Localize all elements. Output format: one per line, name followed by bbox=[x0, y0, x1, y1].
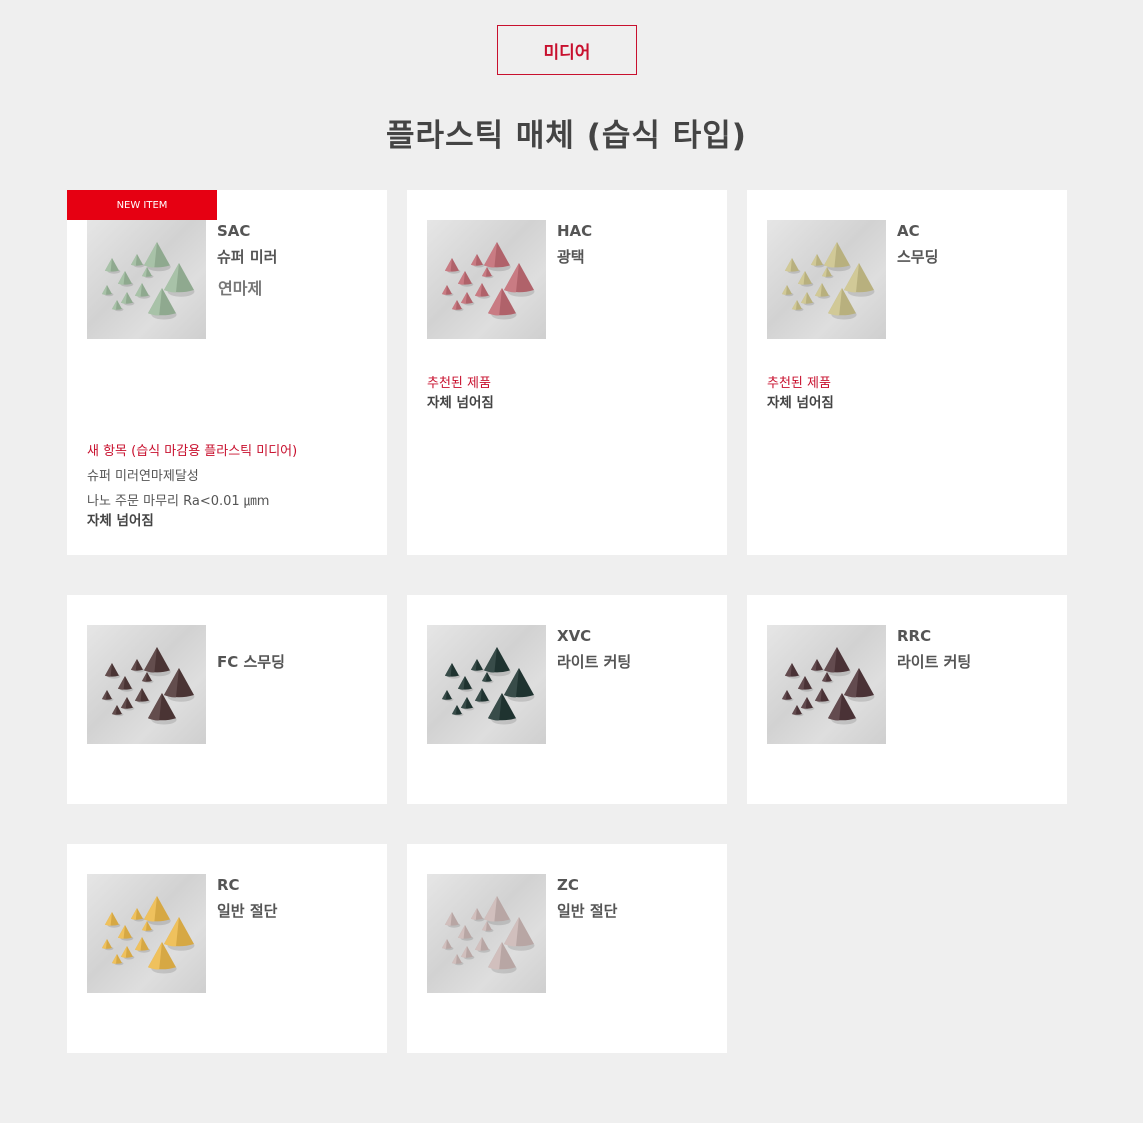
new-item-badge: NEW ITEM bbox=[67, 190, 217, 220]
product-code: SAC bbox=[217, 222, 251, 240]
note-recommended: 추천된 제품 bbox=[427, 376, 491, 391]
media-pieces-graphic bbox=[442, 242, 535, 320]
media-pieces-graphic bbox=[442, 896, 535, 974]
note-self-tumbling: 자체 넘어짐 bbox=[427, 395, 494, 411]
media-pieces-graphic bbox=[782, 242, 875, 320]
note-line-2: 나노 주문 마무리 Ra<0.01 ㎛m bbox=[87, 494, 270, 509]
product-code: AC bbox=[897, 222, 920, 240]
note-line-1: 슈퍼 미러연마제달성 bbox=[87, 469, 199, 484]
product-subtitle: 라이트 커팅 bbox=[557, 653, 632, 671]
product-card-fc[interactable]: FC 스무딩 bbox=[67, 595, 387, 804]
product-card-hac[interactable]: HAC 광택 추천된 제품 자체 넘어짐 bbox=[407, 190, 727, 555]
note-new-item: 새 항목 (습식 마감용 플라스틱 미디어) bbox=[87, 444, 298, 459]
product-subtitle-2: 연마제 bbox=[218, 279, 263, 298]
product-card-xvc[interactable]: XVC 라이트 커팅 bbox=[407, 595, 727, 804]
media-pieces-graphic bbox=[442, 647, 535, 725]
product-code: RRC bbox=[897, 627, 932, 645]
product-subtitle: 슈퍼 미러 bbox=[217, 248, 278, 266]
product-card-rc[interactable]: RC 일반 절단 bbox=[67, 844, 387, 1053]
product-subtitle: 일반 절단 bbox=[217, 902, 278, 920]
product-card-rrc[interactable]: RRC 라이트 커팅 bbox=[747, 595, 1067, 804]
product-card-sac[interactable]: NEW ITEM SAC 슈퍼 미러 연마제 새 항목 (습식 마감용 플라스틱… bbox=[67, 190, 387, 555]
product-subtitle: 스무딩 bbox=[897, 248, 939, 266]
product-subtitle: 광택 bbox=[557, 248, 585, 266]
media-pieces-graphic bbox=[782, 647, 875, 725]
product-image bbox=[87, 220, 206, 339]
product-image bbox=[427, 220, 546, 339]
product-subtitle: FC 스무딩 bbox=[217, 653, 285, 671]
note-self-tumbling: 자체 넘어짐 bbox=[767, 395, 834, 411]
product-image bbox=[427, 874, 546, 993]
note-recommended: 추천된 제품 bbox=[767, 376, 831, 391]
media-pieces-graphic bbox=[102, 242, 195, 320]
product-code: ZC bbox=[557, 876, 579, 894]
product-subtitle: 라이트 커팅 bbox=[897, 653, 972, 671]
media-pieces-graphic bbox=[102, 647, 195, 725]
media-pieces-graphic bbox=[102, 896, 195, 974]
product-card-zc[interactable]: ZC 일반 절단 bbox=[407, 844, 727, 1053]
product-image bbox=[87, 625, 206, 744]
product-code: RC bbox=[217, 876, 240, 894]
note-self-tumbling: 자체 넘어짐 bbox=[87, 513, 154, 529]
product-code: XVC bbox=[557, 627, 592, 645]
product-image bbox=[767, 220, 886, 339]
product-image bbox=[767, 625, 886, 744]
product-code: HAC bbox=[557, 222, 593, 240]
product-subtitle: 일반 절단 bbox=[557, 902, 618, 920]
page-title: 플라스틱 매체 (습식 타입) bbox=[386, 118, 747, 154]
media-button[interactable]: 미디어 bbox=[497, 25, 637, 75]
product-card-ac[interactable]: AC 스무딩 추천된 제품 자체 넘어짐 bbox=[747, 190, 1067, 555]
product-image bbox=[87, 874, 206, 993]
product-image bbox=[427, 625, 546, 744]
